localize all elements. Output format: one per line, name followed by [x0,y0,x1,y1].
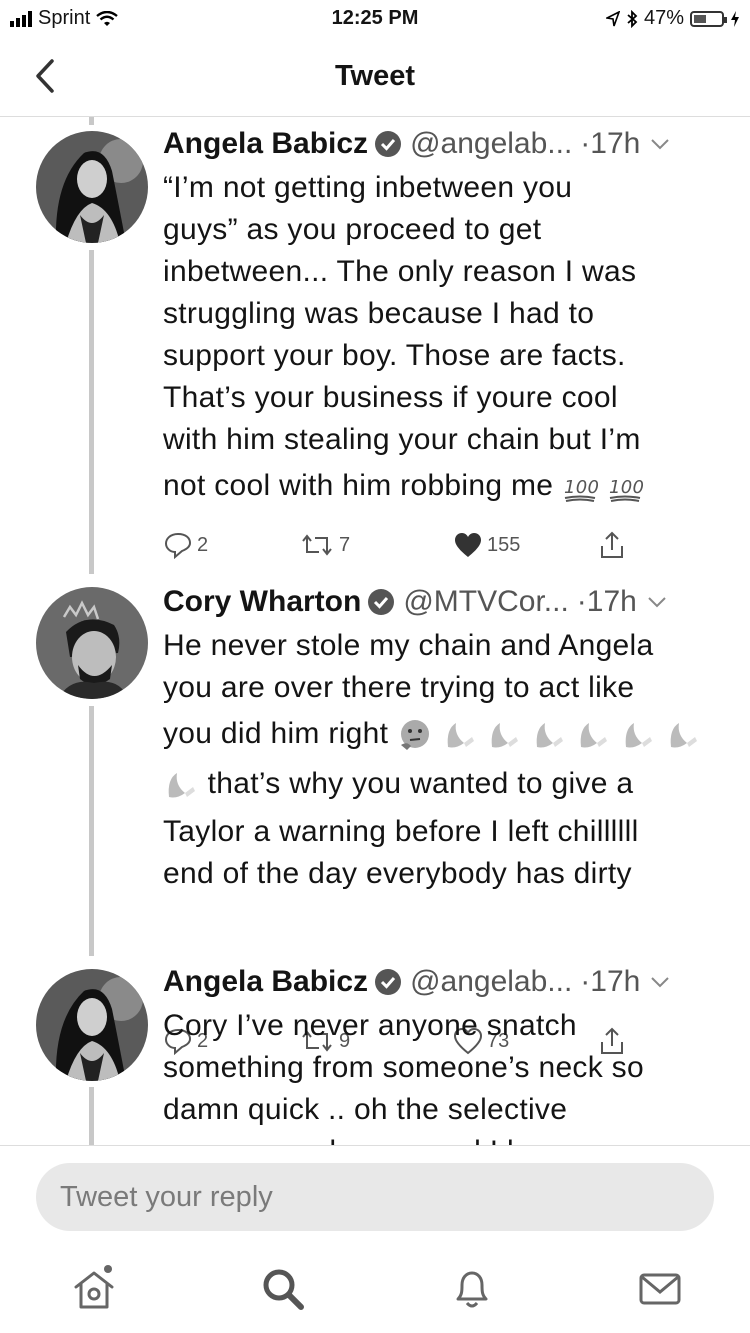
retweet-count: 7 [339,533,351,556]
page-title: Tweet [334,60,416,92]
heart-filled-icon [455,533,481,557]
thinking-face-emoji [400,720,429,751]
banana-emoji [168,773,195,798]
charging-icon [731,10,739,27]
banana-emoji [581,723,608,748]
tweet-text-emoji-line: that’s why you wanted to give a [163,763,723,811]
author-name[interactable]: Cory Wharton [163,585,361,619]
tweet-text-line: you are over there trying to act like [163,671,635,704]
verified-badge-icon [375,131,402,157]
hundred-points-emoji: 100 [609,477,643,503]
tweet-text-line: you did him right [163,717,389,750]
nav-bar: Tweet [0,38,750,117]
notifications-icon[interactable] [448,1265,496,1313]
tweet-text-line: that’s why you wanted to give a [207,767,634,800]
home-icon[interactable] [70,1265,118,1313]
author-name[interactable]: Angela Babicz [163,127,368,161]
tweet-header: Angela Babicz @angelab... ·17h [163,965,720,999]
tweet-text: He never stole my chain and Angela you a… [163,625,723,895]
like-button[interactable]: 155 [453,531,520,559]
tweet[interactable]: Angela Babicz @angelab... ·17h “I’m not … [0,117,750,577]
chevron-down-icon[interactable] [650,975,670,989]
battery-icon [690,10,727,27]
tweet-text-line: not cool with him robbing me [163,469,554,502]
tweet-text-line: struggling was because I had to [163,297,595,330]
tweet-text-emoji-line: you did him right [163,713,723,761]
tweet-text: “I’m not getting inbetween you guys” as … [163,167,723,507]
banana-emoji [625,723,653,748]
conversation-thread: Angela Babicz @angelab... ·17h “I’m not … [0,117,750,1145]
reply-icon [164,532,192,559]
like-count: 155 [487,533,521,556]
tweet-text-line: inbetween... The only reason I was [163,255,637,288]
location-icon [605,10,620,26]
tweet-text-line: end of the day everybody has dirty [163,857,632,890]
share-icon [601,531,623,558]
author-handle[interactable]: @angelab... [410,127,572,161]
tweet-text-line: with him stealing your chain but I’m [163,423,641,456]
timestamp: ·17h [576,585,637,618]
messages-icon[interactable] [636,1265,684,1313]
avatar[interactable] [36,587,148,699]
tweet-text-line: support your boy. Those are facts. [163,339,626,372]
bluetooth-icon [627,9,638,28]
timestamp: ·17h [580,965,641,998]
svg-text:100: 100 [609,477,643,498]
author-name[interactable]: Angela Babicz [163,965,368,999]
tweet-text-line: something from someone’s neck so [163,1051,644,1084]
tweet-text-line: damn quick .. oh the selective [163,1093,568,1126]
tweet-text-line: Taylor a warning before I left chillllll [163,815,639,848]
chevron-down-icon[interactable] [647,595,667,609]
verified-badge-icon [368,589,395,615]
hundred-points-emoji: 100 [564,477,598,503]
verified-badge-icon [375,969,402,995]
battery-percent: 47% [643,7,684,29]
banana-emoji [491,723,519,748]
tweet-actions: 2 7 155 [163,529,643,561]
tweet-header: Cory Wharton @MTVCor... ·17h [163,585,720,619]
avatar[interactable] [36,131,148,243]
tweet-text-line: “I’m not getting inbetween you [163,171,573,204]
tweet-text-last-line: not cool with him robbing me 100 100 [163,465,723,507]
share-button[interactable] [597,530,627,560]
author-handle[interactable]: @angelab... [410,965,572,999]
tweet-text-line: That’s your business if youre cool [163,381,618,414]
status-bar: Sprint 12:25 PM 47% [0,0,750,38]
tweet[interactable]: Angela Babicz @angelab... ·17h Cory I’ve… [0,955,750,1145]
retweet-icon [302,534,332,556]
retweet-button[interactable]: 7 [299,533,350,557]
reply-button[interactable]: 2 [163,531,208,559]
banana-emoji [536,723,563,748]
chevron-down-icon[interactable] [650,137,670,151]
tweet-text: Cory I’ve never anyone snatch something … [163,1005,723,1145]
reply-count: 2 [197,533,209,556]
reply-bar [0,1145,750,1246]
banana-emoji [447,723,474,748]
author-handle[interactable]: @MTVCor... [403,585,568,619]
svg-text:100: 100 [564,477,598,498]
avatar[interactable] [36,969,148,1081]
tweet-text-line: guys” as you proceed to get [163,213,542,246]
tweet-text-line: memory we have .. and I know you [163,1131,723,1145]
tweet[interactable]: Cory Wharton @MTVCor... ·17h He never st… [0,575,750,1055]
tweet-text-line: He never stole my chain and Angela [163,629,654,662]
tweet-header: Angela Babicz @angelab... ·17h [163,127,720,161]
tab-bar [0,1245,750,1333]
reply-input[interactable] [36,1163,714,1231]
timestamp: ·17h [580,127,641,160]
tweet-text-line: Cory I’ve never anyone snatch [163,1009,577,1042]
search-icon[interactable] [259,1265,307,1313]
banana-emoji [670,723,697,748]
